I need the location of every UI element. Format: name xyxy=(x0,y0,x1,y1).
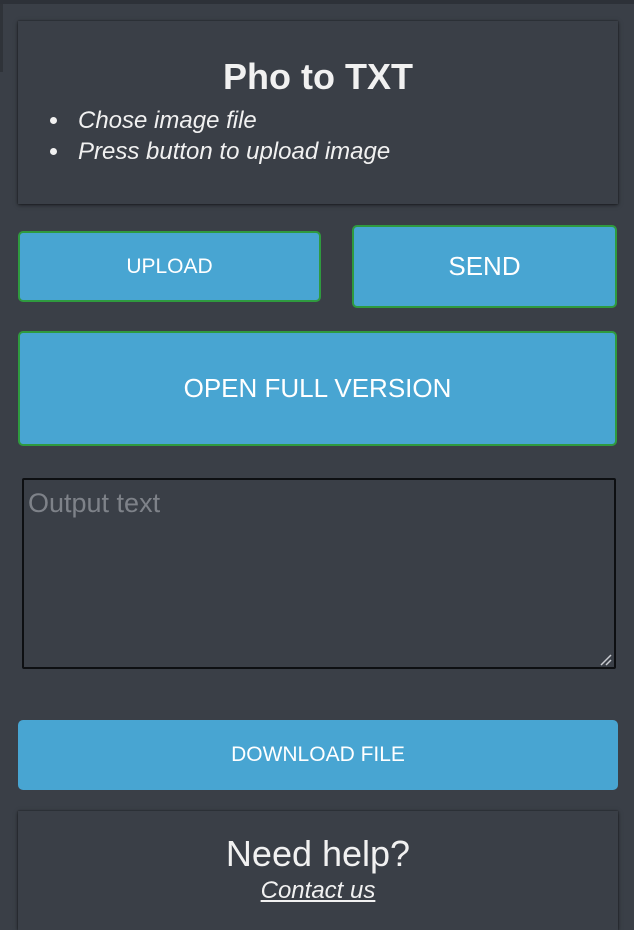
upload-button[interactable]: UPLOAD xyxy=(18,231,321,302)
instruction-item: Press button to upload image xyxy=(49,138,391,165)
output-text-area[interactable] xyxy=(22,478,616,669)
window-left-edge-lower xyxy=(0,72,3,930)
download-file-button[interactable]: DOWNLOAD FILE xyxy=(18,720,618,790)
contact-link-wrapper: Contact us xyxy=(18,877,618,905)
help-title: Need help? xyxy=(225,833,411,874)
window-top-edge xyxy=(0,0,634,4)
open-full-version-button[interactable]: OPEN FULL VERSION xyxy=(18,331,617,446)
header-card: Pho to TXT Chose image file Press button… xyxy=(18,21,618,204)
resize-grip-icon[interactable] xyxy=(598,652,612,666)
app-title: Pho to TXT xyxy=(223,56,413,97)
send-button[interactable]: SEND xyxy=(352,225,617,308)
instruction-item: Chose image file xyxy=(49,105,390,136)
help-card: Need help? Contact us xyxy=(18,811,618,930)
contact-us-link[interactable]: Contact us xyxy=(261,877,376,904)
instructions-list: Chose image file Press button to upload … xyxy=(49,105,391,167)
